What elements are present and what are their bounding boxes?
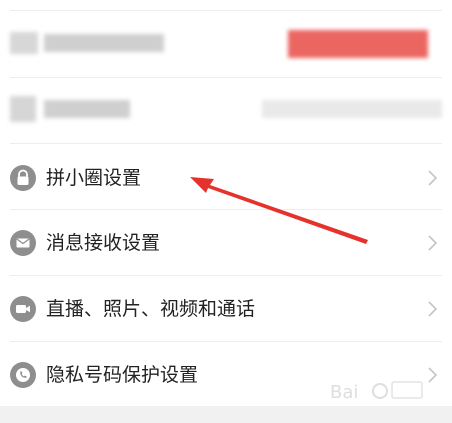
- svg-text:Bai: Bai: [330, 382, 358, 403]
- privacy-settings-screen: 拼小圈设置 消息接收设置 直播、照片、视频和通话 隐私号码保护设置 Bai: [0, 0, 452, 423]
- annotation-arrow: [190, 177, 368, 244]
- baidu-watermark: Bai: [328, 372, 428, 412]
